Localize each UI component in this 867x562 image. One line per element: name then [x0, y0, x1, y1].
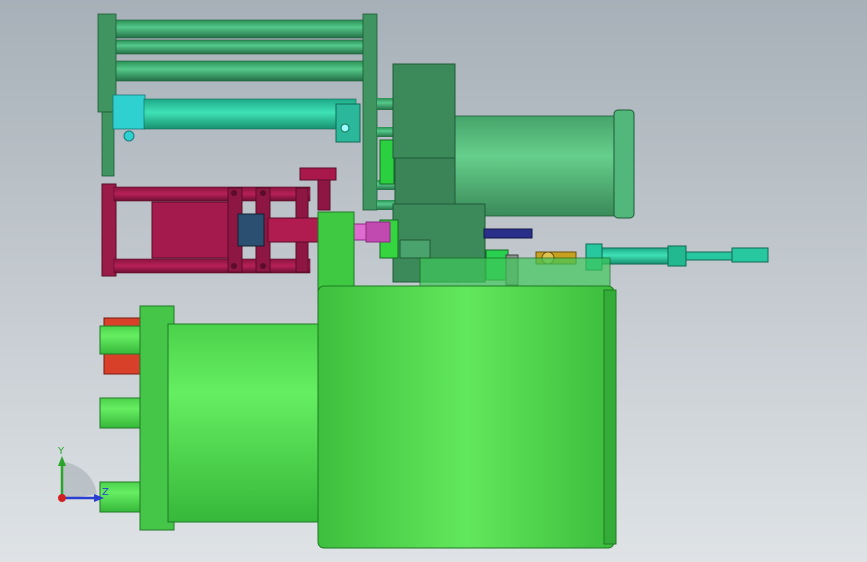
coordinate-triad: Y Z	[57, 446, 109, 502]
y-axis-label: Y	[57, 446, 65, 457]
clamp-assembly[interactable]	[101, 167, 337, 277]
top-drive-cylinder[interactable]	[449, 109, 635, 219]
z-axis-label: Z	[102, 487, 109, 498]
cad-viewport[interactable]: Y Z	[0, 0, 867, 562]
assembly-drawing: Y Z	[57, 13, 769, 549]
upper-guide-rod[interactable]	[112, 94, 361, 143]
